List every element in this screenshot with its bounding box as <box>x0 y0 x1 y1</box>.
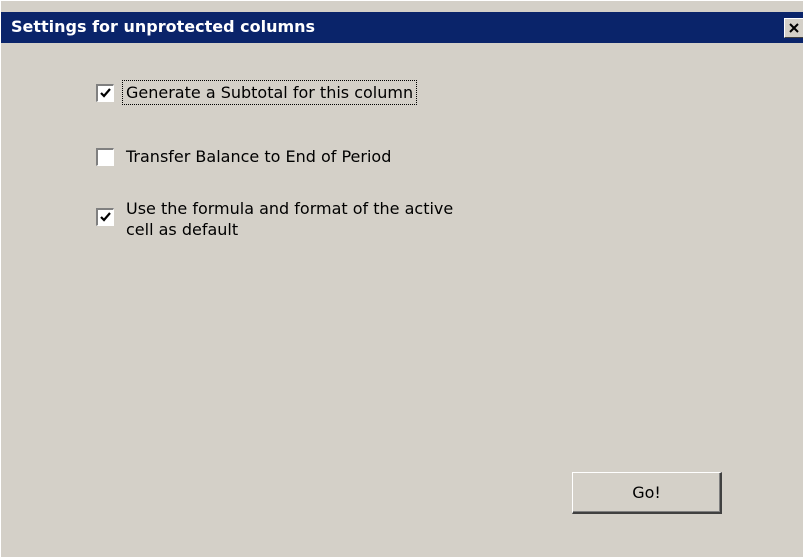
use-active-cell-checkbox[interactable] <box>96 208 114 226</box>
close-icon <box>789 23 799 33</box>
dialog-window: Settings for unprotected columns Generat… <box>0 0 803 557</box>
use-active-cell-label-line1: Use the formula and format of the active <box>126 199 454 218</box>
go-button[interactable]: Go! <box>572 472 722 514</box>
window-title: Settings for unprotected columns <box>11 17 316 36</box>
subtotal-checkbox[interactable] <box>96 84 114 102</box>
use-active-cell-label: Use the formula and format of the active… <box>126 198 453 240</box>
transfer-balance-checkbox[interactable] <box>96 148 114 166</box>
use-active-cell-label-line2: cell as default <box>126 220 239 239</box>
option-use-active-cell-format[interactable]: Use the formula and format of the active… <box>96 198 453 240</box>
title-bar: Settings for unprotected columns <box>1 12 803 43</box>
checkmark-icon <box>100 212 111 222</box>
option-subtotal[interactable]: Generate a Subtotal for this column <box>96 80 418 105</box>
option-transfer-balance[interactable]: Transfer Balance to End of Period <box>96 146 391 167</box>
subtotal-label: Generate a Subtotal for this column <box>121 80 418 105</box>
transfer-balance-label: Transfer Balance to End of Period <box>126 147 392 166</box>
checkmark-icon <box>100 88 111 98</box>
close-button[interactable] <box>784 18 803 38</box>
